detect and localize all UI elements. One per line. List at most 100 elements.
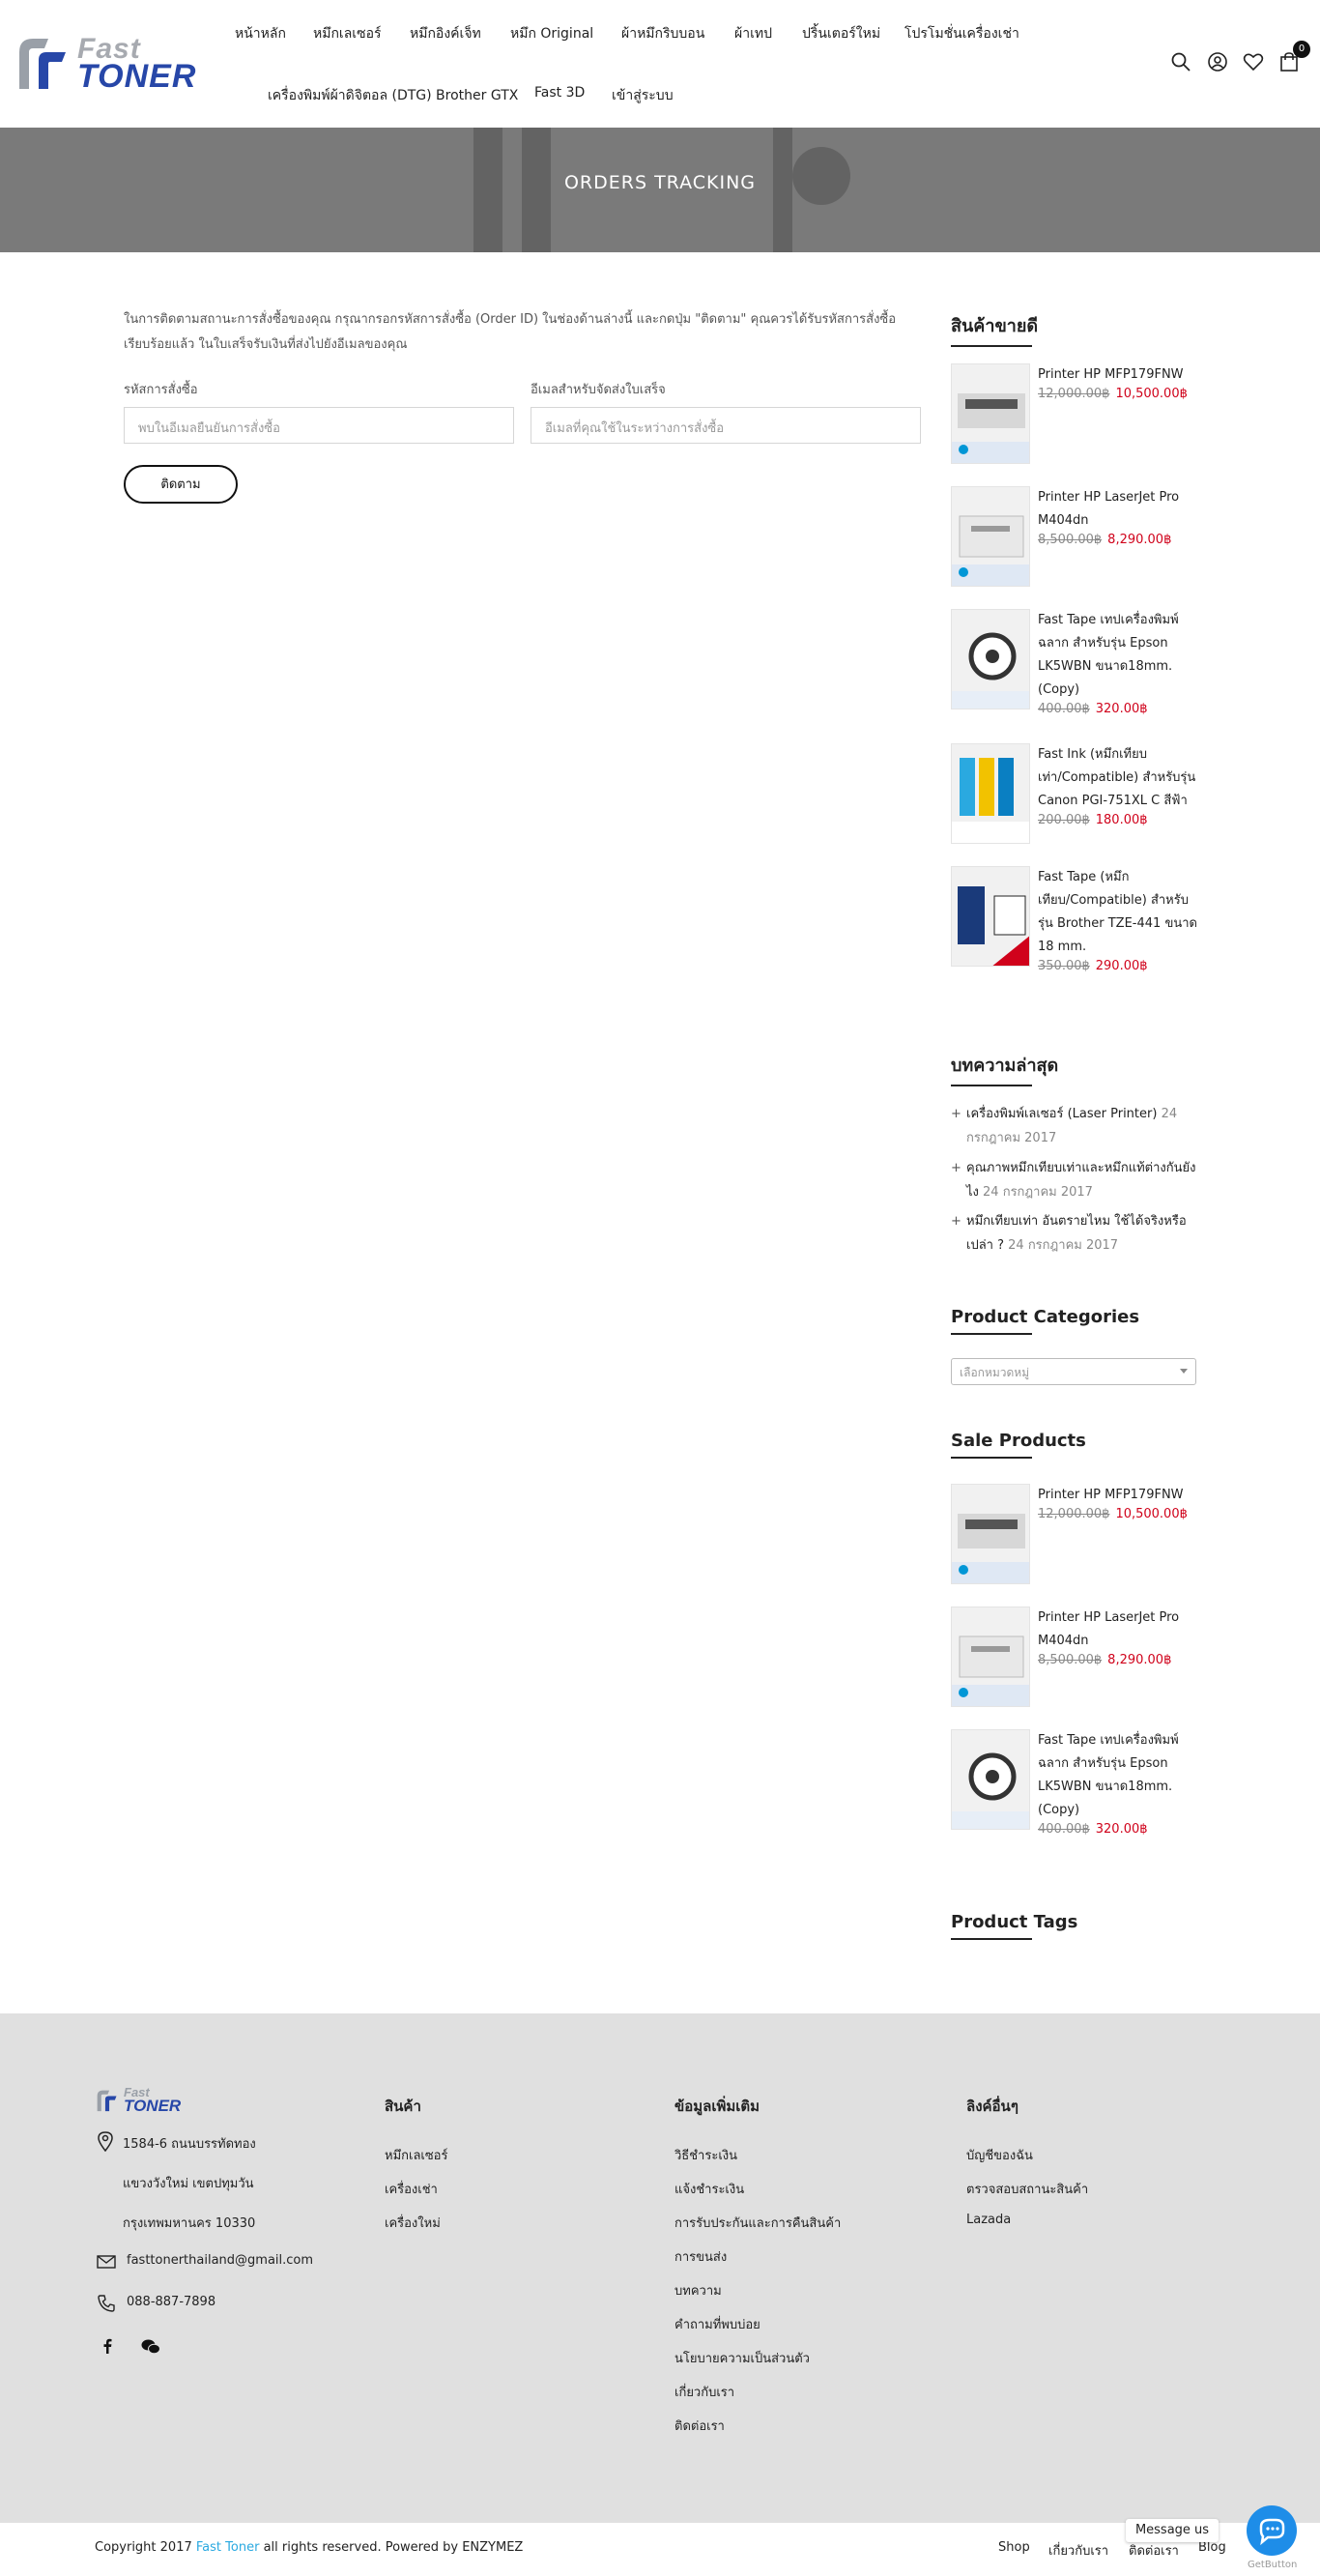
envelope-icon xyxy=(97,2255,116,2272)
search-icon[interactable] xyxy=(1169,50,1192,73)
footer-link-new[interactable]: เครื่องใหม่ xyxy=(385,2213,441,2233)
product-thumbnail[interactable] xyxy=(951,1484,1030,1584)
footer-link-lazada[interactable]: Lazada xyxy=(966,2213,1011,2227)
nav-tape[interactable]: ผ้าเทป xyxy=(734,23,772,44)
product-price: 12,000.00฿ 10,500.00฿ xyxy=(1038,387,1188,401)
cart-count-badge: 0 xyxy=(1293,41,1310,58)
footer-phone-link[interactable]: 088-887-7898 xyxy=(127,2295,215,2309)
product-name[interactable]: Printer HP LaserJet Pro M404dn xyxy=(1038,1606,1202,1653)
product-thumbnail[interactable] xyxy=(951,609,1030,709)
bestseller-item[interactable]: Fast Tape เทปเครื่องพิมพ์ฉลาก สำหรับรุ่น… xyxy=(951,609,1202,716)
nav-original[interactable]: หมึก Original xyxy=(510,23,593,44)
recent-post-link[interactable]: เครื่องพิมพ์เลเซอร์ (Laser Printer) xyxy=(966,1107,1157,1121)
wishlist-heart-icon[interactable] xyxy=(1242,50,1265,73)
product-name[interactable]: Printer HP MFP179FNW xyxy=(1038,1484,1202,1507)
site-logo[interactable]: Fast TONER xyxy=(15,33,205,95)
sale-price: 320.00฿ xyxy=(1095,1822,1148,1837)
old-price: 12,000.00฿ xyxy=(1038,387,1110,401)
footer-link-about[interactable]: เกี่ยวกับเรา xyxy=(674,2382,734,2402)
product-name[interactable]: Fast Ink (หมึกเทียบเท่า/Compatible) สำหร… xyxy=(1038,743,1202,813)
footer-link-rental[interactable]: เครื่องเช่า xyxy=(385,2179,438,2199)
product-price: 12,000.00฿ 10,500.00฿ xyxy=(1038,1507,1188,1521)
recent-post-item[interactable]: หมึกเทียบเท่า อันตรายไหม ใช้ได้จริงหรือเ… xyxy=(951,1209,1196,1258)
cart-icon[interactable]: 0 xyxy=(1277,41,1310,73)
product-thumbnail[interactable] xyxy=(951,866,1030,967)
nav-dtg-printer[interactable]: เครื่องพิมพ์ผ้าดิจิตอล (DTG) Brother GTX xyxy=(268,85,518,106)
old-price: 12,000.00฿ xyxy=(1038,1507,1110,1521)
bottom-link-blog[interactable]: Blog xyxy=(1198,2540,1226,2555)
track-button[interactable]: ติดตาม xyxy=(124,465,238,504)
sale-price: 8,290.00฿ xyxy=(1107,1653,1172,1667)
product-thumbnail[interactable] xyxy=(951,1606,1030,1707)
bestseller-item[interactable]: Printer HP MFP179FNW 12,000.00฿ 10,500.00… xyxy=(951,363,1202,464)
product-thumbnail[interactable] xyxy=(951,363,1030,464)
bestseller-item[interactable]: Fast Ink (หมึกเทียบเท่า/Compatible) สำหร… xyxy=(951,743,1202,844)
footer-link-order-status[interactable]: ตรวจสอบสถานะสินค้า xyxy=(966,2179,1088,2199)
bestseller-item[interactable]: Printer HP LaserJet Pro M404dn 8,500.00฿… xyxy=(951,486,1202,587)
recent-post-item[interactable]: คุณภาพหมึกเทียบเท่าและหมึกแท้ต่างกันยังไ… xyxy=(951,1156,1196,1204)
copyright-brand-link[interactable]: Fast Toner xyxy=(196,2540,260,2555)
getbutton-credit[interactable]: GetButton xyxy=(1248,2560,1297,2570)
wechat-icon[interactable] xyxy=(141,2339,160,2359)
page-banner: ORDERS TRACKING xyxy=(0,128,1320,252)
footer-link-articles[interactable]: บทความ xyxy=(674,2280,722,2301)
nav-fast-3d[interactable]: Fast 3D xyxy=(534,85,585,101)
nav-home[interactable]: หน้าหลัก xyxy=(235,23,286,44)
copyright-prefix: Copyright 2017 xyxy=(95,2540,192,2555)
footer-logo[interactable]: Fast TONER xyxy=(95,2085,191,2115)
footer-link-contact[interactable]: ติดต่อเรา xyxy=(674,2416,725,2436)
order-id-input[interactable]: พบในอีเมลยืนยันการสั่งซื้อ xyxy=(124,407,514,444)
product-categories-title: Product Categories xyxy=(951,1307,1140,1335)
footer-link-faq[interactable]: คำถามที่พบบ่อย xyxy=(674,2314,760,2334)
product-name[interactable]: Printer HP LaserJet Pro M404dn xyxy=(1038,486,1202,533)
old-price: 400.00฿ xyxy=(1038,702,1090,716)
recent-post-date: 24 กรกฎาคม 2017 xyxy=(1008,1238,1119,1253)
nav-rental-promo[interactable]: โปรโมชั่นเครื่องเช่า xyxy=(904,23,1019,44)
category-select[interactable]: เลือกหมวดหมู่ xyxy=(951,1358,1196,1385)
bottom-link-about[interactable]: เกี่ยวกับเรา xyxy=(1048,2540,1108,2561)
nav-new-printer[interactable]: ปริ้นเตอร์ใหม่ xyxy=(802,23,880,44)
category-select-value: เลือกหมวดหมู่ xyxy=(960,1366,1030,1379)
sale-product-item[interactable]: Printer HP MFP179FNW 12,000.00฿ 10,500.00… xyxy=(951,1484,1202,1584)
bestseller-item[interactable]: Fast Tape (หมึกเทียบ/Compatible) สำหรับร… xyxy=(951,866,1202,973)
footer-link-privacy[interactable]: นโยบายความเป็นส่วนตัว xyxy=(674,2348,810,2368)
recent-post-item[interactable]: เครื่องพิมพ์เลเซอร์ (Laser Printer) 24 ก… xyxy=(951,1102,1196,1150)
nav-inkjet[interactable]: หมึกอิงค์เจ็ท xyxy=(410,23,481,44)
chat-button[interactable] xyxy=(1247,2505,1297,2556)
product-name[interactable]: Printer HP MFP179FNW xyxy=(1038,363,1202,387)
facebook-icon[interactable] xyxy=(102,2338,112,2358)
nav-login[interactable]: เข้าสู่ระบบ xyxy=(612,85,674,106)
footer-email-link[interactable]: fasttonerthailand@gmail.com xyxy=(127,2253,313,2268)
bottom-link-shop[interactable]: Shop xyxy=(998,2540,1030,2555)
site-header: Fast TONER หน้าหลัก หมึกเลเซอร์ หมึกอิงค… xyxy=(0,0,1320,128)
bottom-bar: Copyright 2017 Fast Toner all rights res… xyxy=(0,2523,1320,2576)
sale-product-item[interactable]: Fast Tape เทปเครื่องพิมพ์ฉลาก สำหรับรุ่น… xyxy=(951,1729,1202,1837)
footer-link-laser[interactable]: หมึกเลเซอร์ xyxy=(385,2145,447,2165)
footer-link-payment-notify[interactable]: แจ้งชำระเงิน xyxy=(674,2179,744,2199)
nav-laser-toner[interactable]: หมึกเลเซอร์ xyxy=(313,23,382,44)
product-name[interactable]: Fast Tape (หมึกเทียบ/Compatible) สำหรับร… xyxy=(1038,866,1202,959)
address-line-1: 1584-6 ถนนบรรทัดทอง xyxy=(123,2137,256,2152)
product-price: 400.00฿ 320.00฿ xyxy=(1038,1822,1148,1837)
product-thumbnail[interactable] xyxy=(951,486,1030,587)
footer-link-warranty[interactable]: การรับประกันและการคืนสินค้า xyxy=(674,2213,841,2233)
account-icon[interactable] xyxy=(1206,50,1229,73)
product-name[interactable]: Fast Tape เทปเครื่องพิมพ์ฉลาก สำหรับรุ่น… xyxy=(1038,1729,1202,1822)
product-thumbnail[interactable] xyxy=(951,743,1030,844)
product-thumbnail[interactable] xyxy=(951,1729,1030,1830)
footer-link-payment[interactable]: วิธีชำระเงิน xyxy=(674,2145,737,2165)
sale-price: 320.00฿ xyxy=(1095,702,1148,716)
message-us-tooltip[interactable]: Message us xyxy=(1126,2519,1219,2542)
sale-price: 10,500.00฿ xyxy=(1115,387,1188,401)
footer-other-links-title: ลิงค์อื่นๆ xyxy=(966,2098,1019,2115)
sale-product-item[interactable]: Printer HP LaserJet Pro M404dn 8,500.00฿… xyxy=(951,1606,1202,1707)
chat-bubble-icon xyxy=(1259,2518,1285,2546)
footer-logo-text-toner: TONER xyxy=(124,2097,182,2115)
nav-ribbon[interactable]: ผ้าหมึกริบบอน xyxy=(621,23,704,44)
billing-email-input[interactable]: อีเมลที่คุณใช้ในระหว่างการสั่งซื้อ xyxy=(531,407,921,444)
product-name[interactable]: Fast Tape เทปเครื่องพิมพ์ฉลาก สำหรับรุ่น… xyxy=(1038,609,1202,702)
footer-products-title: สินค้า xyxy=(385,2098,421,2115)
footer-link-my-account[interactable]: บัญชีของฉัน xyxy=(966,2145,1033,2165)
bottom-link-contact[interactable]: ติดต่อเรา xyxy=(1129,2540,1179,2561)
footer-link-shipping[interactable]: การขนส่ง xyxy=(674,2246,727,2267)
